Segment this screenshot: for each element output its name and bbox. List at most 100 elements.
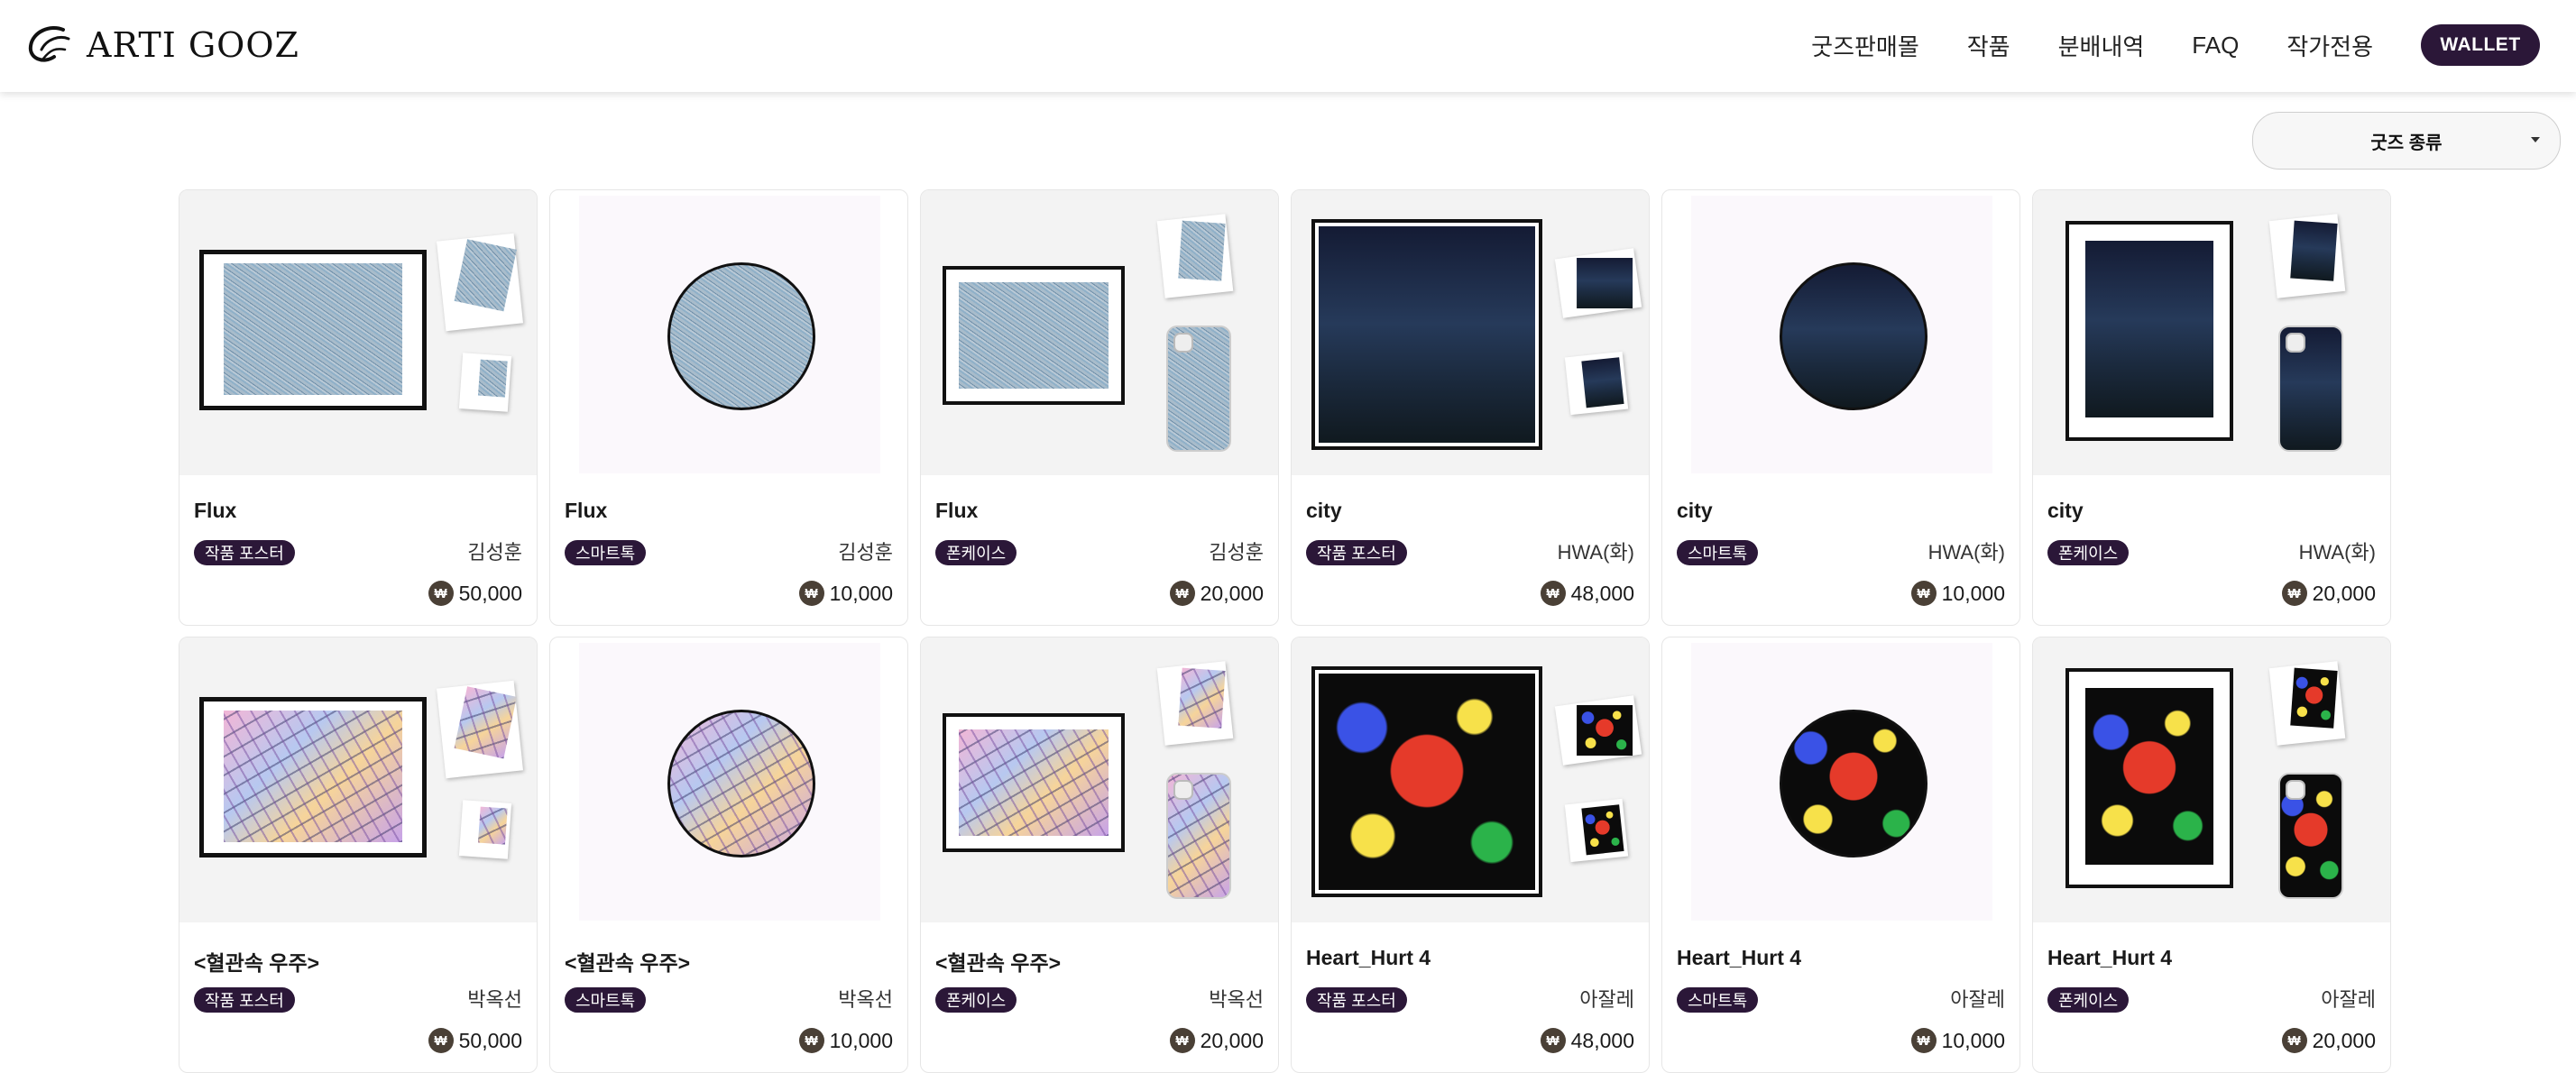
poster-frame: [943, 713, 1125, 852]
info-card-artwork: [1577, 705, 1633, 757]
product-card[interactable]: <혈관속 우주> 폰케이스 박옥선 ₩20,000: [920, 637, 1279, 1073]
product-card[interactable]: city 작품 포스터 HWA(화) ₩48,000: [1291, 189, 1650, 626]
product-card[interactable]: Heart_Hurt 4 작품 포스터 아잘레 ₩48,000: [1291, 637, 1650, 1073]
goods-type-select[interactable]: 굿즈 종류: [2252, 112, 2561, 170]
won-coin-icon: ₩: [1910, 581, 1937, 606]
product-price: ₩50,000: [428, 580, 522, 607]
won-coin-icon: ₩: [1540, 1028, 1566, 1053]
product-price: ₩48,000: [1540, 1027, 1634, 1054]
won-coin-icon: ₩: [798, 1028, 824, 1053]
chevron-down-icon: [2531, 137, 2540, 142]
info-card-artwork: [454, 686, 517, 759]
product-image: [550, 637, 907, 922]
artist-name: HWA(화): [1557, 541, 1634, 564]
info-card: [1554, 695, 1642, 766]
camera-icon: [2286, 333, 2305, 353]
goods-type-badge: 작품 포스터: [194, 987, 295, 1013]
poster-frame: [199, 697, 427, 857]
phone-case: [1166, 773, 1231, 899]
price-value: 50,000: [458, 1028, 522, 1052]
product-title: Flux: [194, 499, 237, 522]
product-card[interactable]: Heart_Hurt 4 스마트톡 아잘레 ₩10,000: [1661, 637, 2020, 1073]
griptok-artwork: [1780, 710, 1927, 857]
poster-artwork: [224, 711, 402, 842]
product-price: ₩20,000: [1169, 580, 1264, 607]
artist-name: 아잘레: [2321, 988, 2376, 1011]
poster-artwork: [1319, 674, 1535, 890]
goods-type-selected: 굿즈 종류: [2370, 133, 2443, 153]
price-value: 20,000: [2312, 581, 2376, 605]
artist-name: 아잘레: [1950, 988, 2005, 1011]
product-price: ₩10,000: [1910, 1027, 2005, 1054]
info-card-small-artwork: [1581, 357, 1624, 408]
product-card[interactable]: Flux 작품 포스터 김성훈 ₩50,000: [179, 189, 538, 626]
price-value: 20,000: [2312, 1028, 2376, 1052]
info-card: [1156, 661, 1234, 746]
info-card-small: [1564, 798, 1629, 863]
info-card-small-artwork: [477, 359, 508, 398]
phone-case: [2278, 773, 2343, 899]
product-card[interactable]: Flux 폰케이스 김성훈 ₩20,000: [920, 189, 1279, 626]
product-price: ₩10,000: [798, 1027, 893, 1054]
nav-faq[interactable]: FAQ: [2192, 32, 2239, 60]
camera-icon: [1173, 780, 1193, 800]
poster-frame: [199, 250, 427, 410]
poster-artwork: [2085, 688, 2213, 865]
price-value: 48,000: [1570, 581, 1634, 605]
goods-type-badge: 스마트톡: [1677, 987, 1759, 1013]
poster-frame: [1311, 219, 1542, 450]
info-card-small-artwork: [477, 806, 508, 845]
product-title: Heart_Hurt 4: [1677, 946, 1802, 969]
price-value: 10,000: [1941, 1028, 2005, 1052]
product-card[interactable]: Heart_Hurt 4 폰케이스 아잘레 ₩20,000: [2032, 637, 2391, 1073]
price-value: 10,000: [829, 1028, 893, 1052]
wallet-button[interactable]: WALLET: [2421, 24, 2540, 66]
product-card[interactable]: <혈관속 우주> 작품 포스터 박옥선 ₩50,000: [179, 637, 538, 1073]
nav-distribution[interactable]: 분배내역: [2058, 29, 2145, 62]
info-card-artwork: [2290, 667, 2338, 729]
product-price: ₩20,000: [2281, 1027, 2376, 1054]
price-value: 20,000: [1200, 1028, 1264, 1052]
product-image: [1662, 637, 2019, 922]
artist-name: 박옥선: [1209, 988, 1264, 1011]
product-title: Heart_Hurt 4: [2047, 946, 2173, 969]
info-card-small: [1564, 351, 1629, 416]
price-value: 10,000: [829, 581, 893, 605]
nav-artworks[interactable]: 작품: [1967, 29, 2010, 62]
price-value: 48,000: [1570, 1028, 1634, 1052]
phone-case: [2278, 326, 2343, 452]
info-card-artwork: [1178, 220, 1226, 281]
product-card[interactable]: Flux 스마트톡 김성훈 ₩10,000: [549, 189, 908, 626]
product-card[interactable]: city 스마트톡 HWA(화) ₩10,000: [1661, 189, 2020, 626]
product-title: <혈관속 우주>: [194, 951, 320, 975]
griptok-artwork: [667, 262, 815, 410]
nav-goods-shop[interactable]: 굿즈판매몰: [1811, 29, 1919, 62]
artist-name: 아잘레: [1579, 988, 1634, 1011]
brand-logo[interactable]: ARTI GOOZ: [23, 20, 299, 70]
product-image: [1662, 190, 2019, 475]
product-card[interactable]: <혈관속 우주> 스마트톡 박옥선 ₩10,000: [549, 637, 908, 1073]
product-image: [1292, 637, 1649, 922]
main-nav: 굿즈판매몰 작품 분배내역 FAQ 작가전용 WALLET: [1811, 23, 2540, 67]
won-coin-icon: ₩: [1910, 1028, 1937, 1053]
info-card: [2268, 661, 2346, 746]
poster-artwork: [2085, 241, 2213, 417]
artist-name: 박옥선: [467, 988, 522, 1011]
camera-icon: [2286, 780, 2305, 800]
info-card-artwork: [1178, 667, 1226, 729]
product-image: [550, 190, 907, 475]
product-card[interactable]: city 폰케이스 HWA(화) ₩20,000: [2032, 189, 2391, 626]
won-coin-icon: ₩: [1169, 581, 1195, 606]
goods-type-badge: 작품 포스터: [194, 540, 295, 565]
product-grid: Flux 작품 포스터 김성훈 ₩50,000 Flux 스마트톡 김성훈 ₩10,000 Fl…: [179, 189, 2392, 1073]
info-card: [1156, 214, 1234, 298]
product-title: <혈관속 우주>: [565, 951, 691, 975]
goods-type-badge: 스마트톡: [565, 540, 647, 565]
poster-frame: [1311, 666, 1542, 897]
nav-artist-only[interactable]: 작가전용: [2286, 29, 2373, 62]
product-image: [1292, 190, 1649, 475]
poster-artwork: [959, 729, 1109, 836]
camera-icon: [1173, 333, 1193, 353]
artist-name: 박옥선: [838, 988, 893, 1011]
won-coin-icon: ₩: [1540, 581, 1566, 606]
